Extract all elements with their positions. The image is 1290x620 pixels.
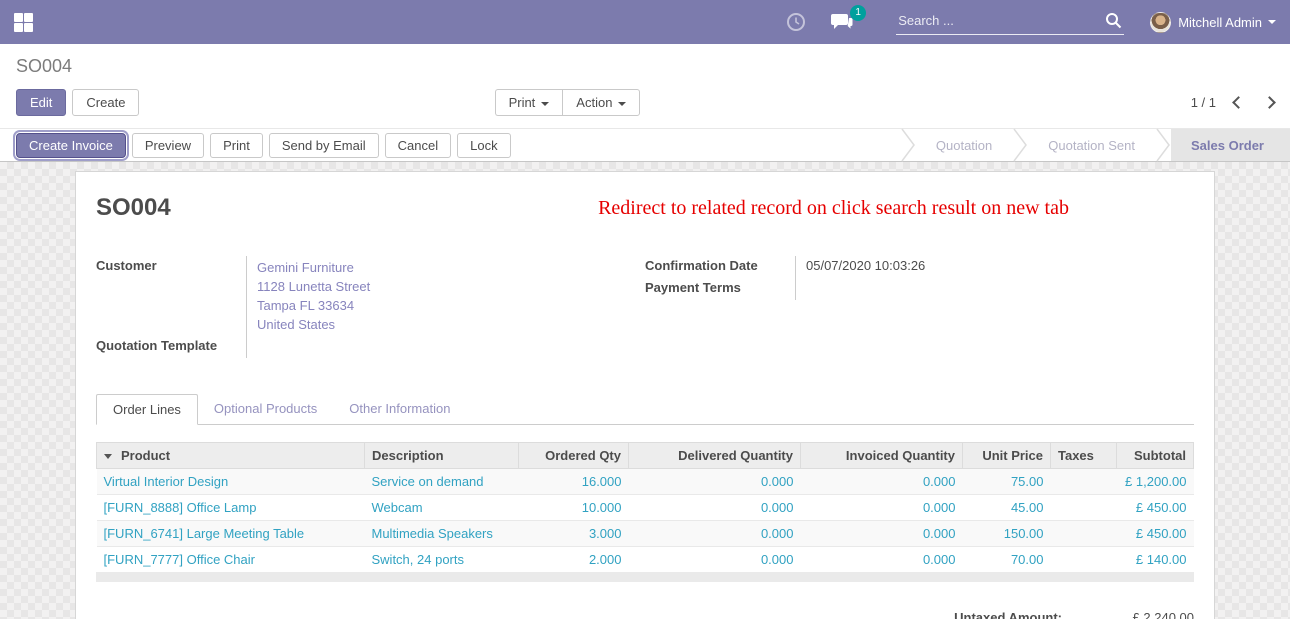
action-bar: Create Invoice Preview Print Send by Ema… bbox=[0, 128, 1290, 162]
table-row[interactable]: [FURN_7777] Office ChairSwitch, 24 ports… bbox=[97, 547, 1194, 573]
top-navbar: 1 Mitchell Admin bbox=[0, 0, 1290, 44]
col-invoiced-quantity[interactable]: Invoiced Quantity bbox=[801, 443, 963, 469]
user-menu[interactable]: Mitchell Admin bbox=[1150, 12, 1276, 33]
create-invoice-button[interactable]: Create Invoice bbox=[16, 133, 126, 158]
order-lines-table: Product Description Ordered Qty Delivere… bbox=[96, 442, 1194, 572]
navbar-search bbox=[896, 9, 1124, 35]
send-by-email-button[interactable]: Send by Email bbox=[269, 133, 379, 158]
user-avatar bbox=[1150, 12, 1171, 33]
record-title: SO004 bbox=[96, 194, 171, 222]
payment-terms-value bbox=[795, 278, 1125, 300]
table-row[interactable]: Virtual Interior DesignService on demand… bbox=[97, 469, 1194, 495]
pager-next-icon[interactable] bbox=[1263, 96, 1276, 109]
statusbar: Quotation Quotation Sent Sales Order bbox=[900, 129, 1290, 161]
table-header-row: Product Description Ordered Qty Delivere… bbox=[97, 443, 1194, 469]
col-taxes[interactable]: Taxes bbox=[1051, 443, 1117, 469]
form-sheet: SO004 Redirect to related record on clic… bbox=[75, 171, 1215, 619]
form-background: SO004 Redirect to related record on clic… bbox=[0, 162, 1290, 619]
print-button[interactable]: Print bbox=[210, 133, 263, 158]
breadcrumb[interactable]: SO004 bbox=[16, 56, 1274, 77]
search-icon[interactable] bbox=[1105, 12, 1122, 32]
status-step-sales-order[interactable]: Sales Order bbox=[1171, 129, 1290, 161]
pager-previous-icon[interactable] bbox=[1232, 96, 1245, 109]
annotation-text: Redirect to related record on click sear… bbox=[171, 197, 1194, 220]
pager: 1 / 1 bbox=[1191, 95, 1274, 110]
table-row[interactable]: [FURN_8888] Office LampWebcam 10.0000.00… bbox=[97, 495, 1194, 521]
confirmation-date-label: Confirmation Date bbox=[645, 256, 795, 278]
col-subtotal[interactable]: Subtotal bbox=[1117, 443, 1194, 469]
cancel-button[interactable]: Cancel bbox=[385, 133, 451, 158]
status-step-quotation-sent[interactable]: Quotation Sent bbox=[1028, 129, 1155, 161]
chevron-down-icon bbox=[618, 102, 626, 106]
field-grid: Customer Gemini Furniture 1128 Lunetta S… bbox=[96, 256, 1194, 358]
preview-button[interactable]: Preview bbox=[132, 133, 204, 158]
pager-count: 1 / 1 bbox=[1191, 95, 1216, 110]
customer-country[interactable]: United States bbox=[257, 315, 576, 334]
apps-menu-icon[interactable] bbox=[14, 13, 33, 32]
customer-street[interactable]: 1128 Lunetta Street bbox=[257, 277, 576, 296]
table-row[interactable]: [FURN_6741] Large Meeting TableMultimedi… bbox=[97, 521, 1194, 547]
customer-name-link[interactable]: Gemini Furniture bbox=[257, 258, 576, 277]
status-step-quotation[interactable]: Quotation bbox=[916, 129, 1012, 161]
customer-label: Customer bbox=[96, 256, 246, 336]
col-product[interactable]: Product bbox=[97, 443, 365, 469]
notebook-tabs: Order Lines Optional Products Other Info… bbox=[96, 394, 1194, 425]
print-dropdown[interactable]: Print bbox=[495, 89, 563, 116]
tab-other-information[interactable]: Other Information bbox=[333, 394, 466, 424]
control-panel: SO004 Edit Create Print Action 1 / 1 bbox=[0, 44, 1290, 128]
col-delivered-quantity[interactable]: Delivered Quantity bbox=[629, 443, 801, 469]
messages-count-badge: 1 bbox=[850, 5, 866, 21]
col-unit-price[interactable]: Unit Price bbox=[963, 443, 1051, 469]
untaxed-amount-value: £ 2,240.00 bbox=[1104, 610, 1194, 619]
col-ordered-qty[interactable]: Ordered Qty bbox=[519, 443, 629, 469]
totals-row: Untaxed Amount: £ 2,240.00 bbox=[96, 610, 1194, 619]
activities-clock-icon[interactable] bbox=[786, 12, 806, 32]
status-chevron-icon bbox=[1155, 129, 1171, 161]
user-name: Mitchell Admin bbox=[1178, 15, 1262, 30]
status-chevron-icon bbox=[1012, 129, 1028, 161]
untaxed-amount-label: Untaxed Amount: bbox=[954, 610, 1062, 619]
lock-button[interactable]: Lock bbox=[457, 133, 510, 158]
customer-city[interactable]: Tampa FL 33634 bbox=[257, 296, 576, 315]
tab-optional-products[interactable]: Optional Products bbox=[198, 394, 333, 424]
chevron-down-icon bbox=[1268, 20, 1276, 24]
col-description[interactable]: Description bbox=[365, 443, 519, 469]
column-sort-caret-icon[interactable] bbox=[104, 454, 112, 459]
quotation-template-label: Quotation Template bbox=[96, 336, 246, 358]
status-chevron-icon bbox=[900, 129, 916, 161]
search-input[interactable] bbox=[896, 9, 1124, 35]
quotation-template-value bbox=[246, 336, 576, 358]
payment-terms-label: Payment Terms bbox=[645, 278, 795, 300]
tab-order-lines[interactable]: Order Lines bbox=[96, 394, 198, 425]
table-footer-strip bbox=[96, 572, 1194, 582]
confirmation-date-value: 05/07/2020 10:03:26 bbox=[795, 256, 1125, 278]
action-dropdown[interactable]: Action bbox=[562, 89, 640, 116]
messages-chat-icon[interactable]: 1 bbox=[830, 12, 854, 32]
cp-center-group: Print Action bbox=[16, 89, 1119, 116]
chevron-down-icon bbox=[541, 102, 549, 106]
customer-value: Gemini Furniture 1128 Lunetta Street Tam… bbox=[246, 256, 576, 336]
